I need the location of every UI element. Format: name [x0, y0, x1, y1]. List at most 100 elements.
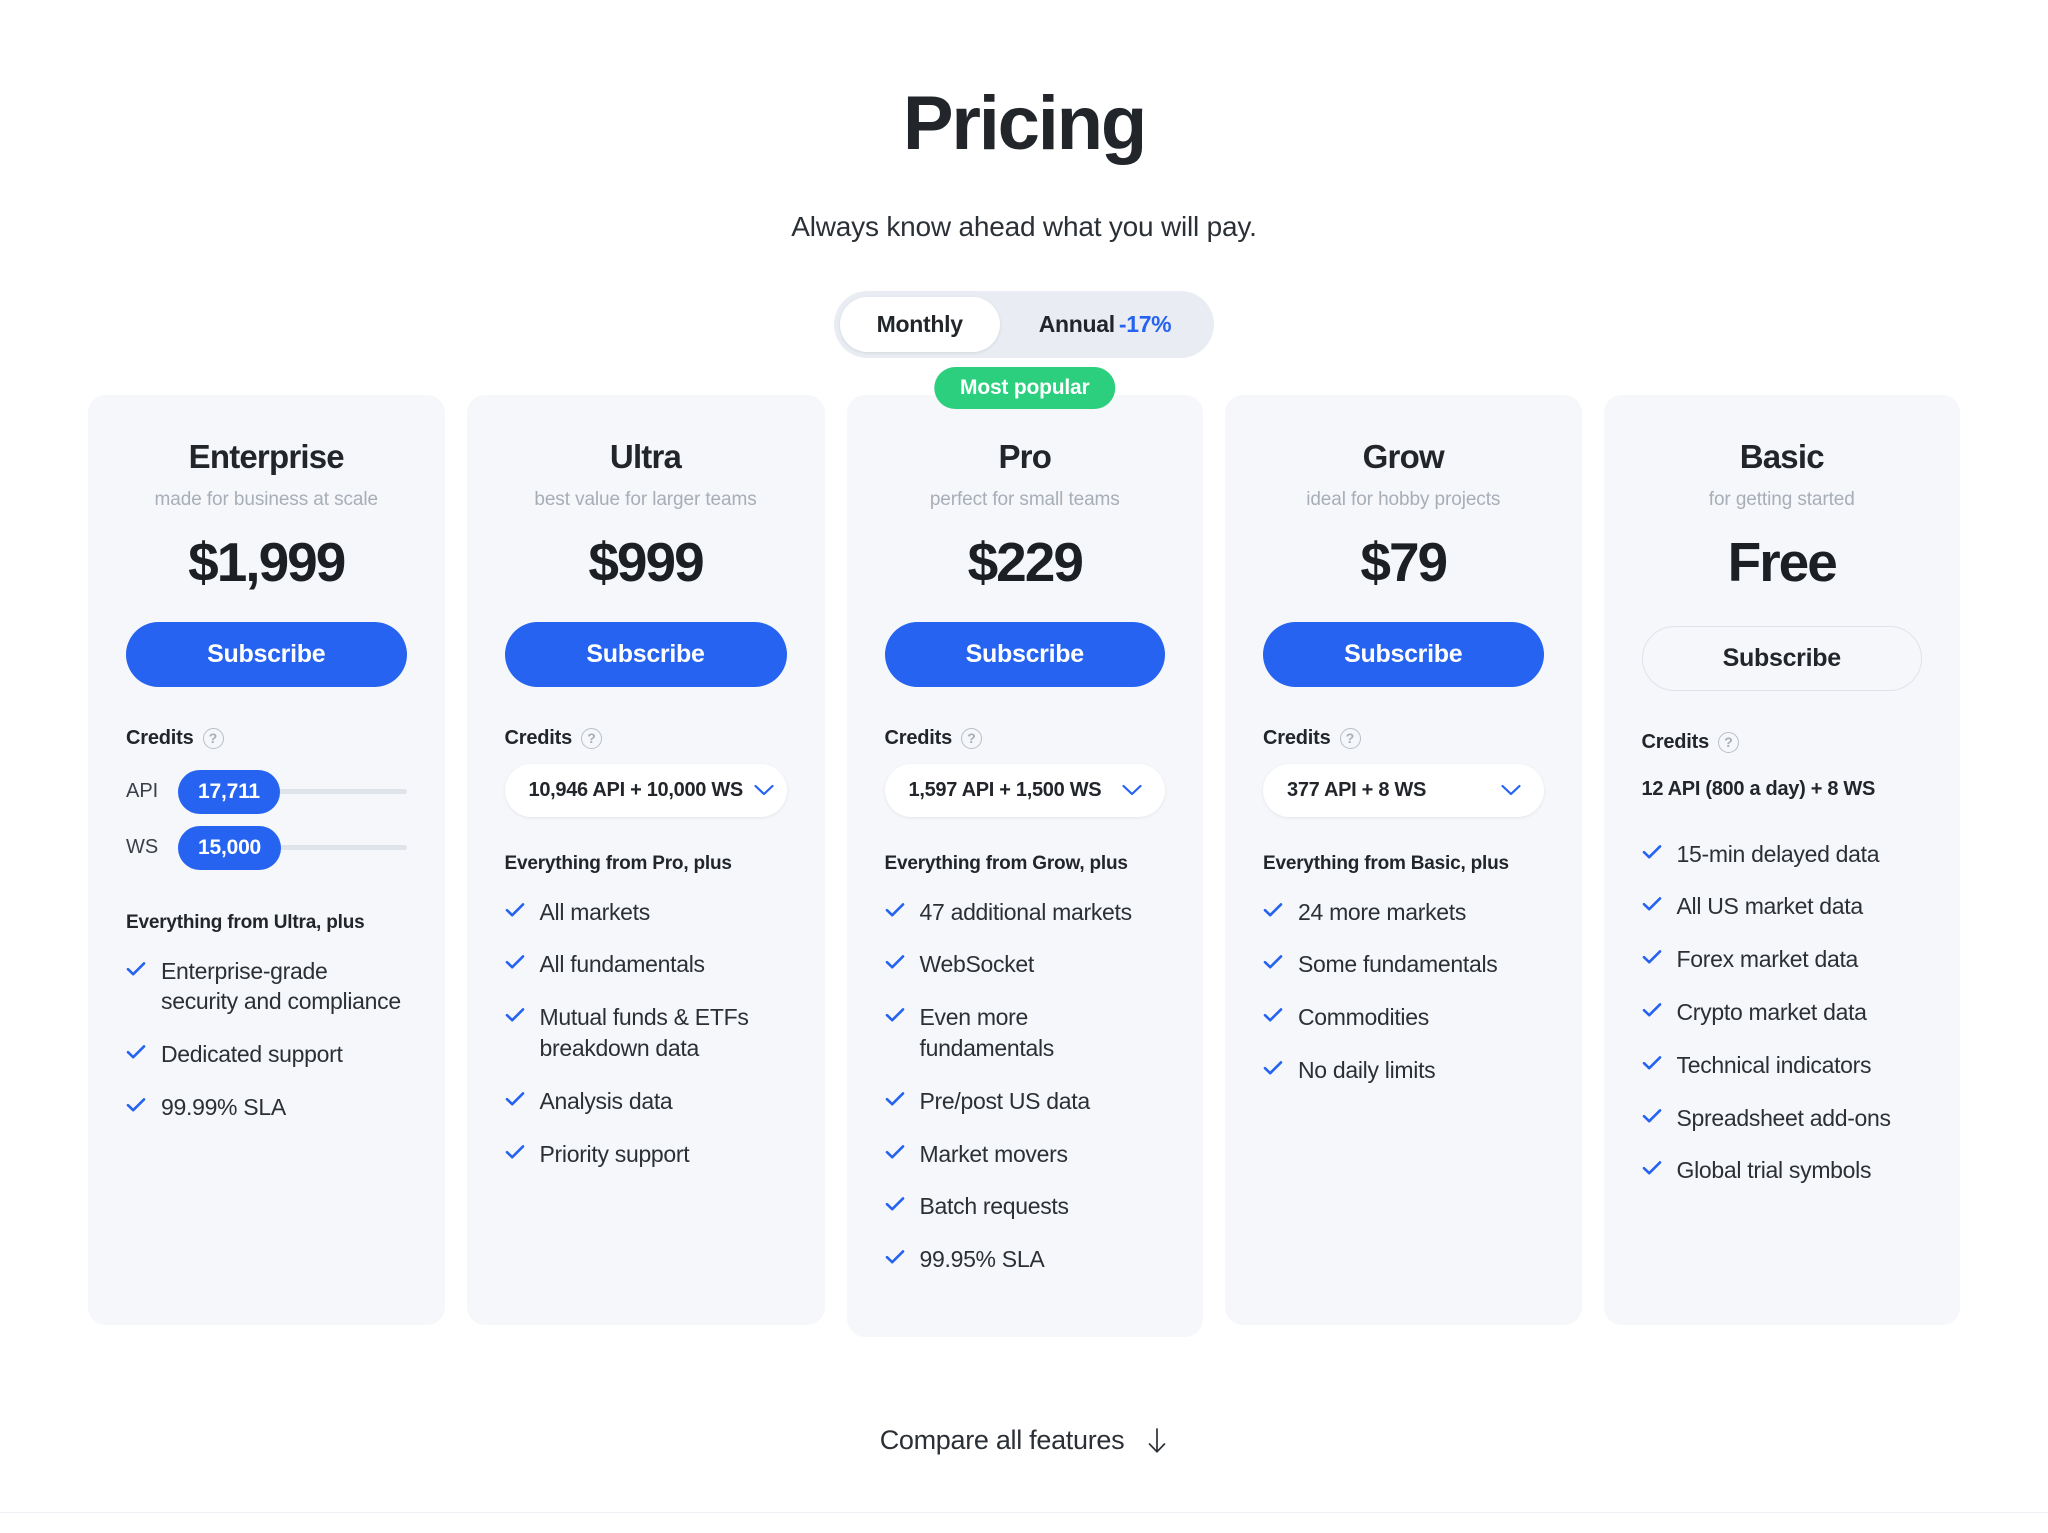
- credits-text: 12 API (800 a day) + 8 WS: [1641, 777, 1876, 800]
- credits-slider-key: API: [126, 780, 159, 803]
- check-icon: [885, 1144, 904, 1159]
- pricing-page: Pricing Always know ahead what you will …: [0, 0, 2048, 1514]
- feature-item: Spreadsheet add-ons: [1642, 1103, 1923, 1134]
- plan-name: Enterprise: [188, 437, 345, 475]
- billing-toggle-monthly[interactable]: Monthly: [839, 296, 1000, 352]
- credits-slider-row: API 17,711: [126, 764, 407, 820]
- check-icon: [126, 961, 146, 976]
- subscribe-button[interactable]: Subscribe: [504, 621, 787, 687]
- compare-all-features-container: Compare all features: [0, 1425, 2048, 1456]
- feature-item: 15-min delayed data: [1642, 839, 1923, 870]
- help-circle-icon[interactable]: ?: [961, 727, 983, 749]
- arrow-down-icon: [1148, 1427, 1166, 1453]
- feature-item: Forex market data: [1642, 944, 1923, 975]
- feature-label: Global trial symbols: [1676, 1157, 1872, 1184]
- plan-inherits-note: Everything from Pro, plus: [504, 852, 732, 874]
- subscribe-button[interactable]: Subscribe: [126, 621, 407, 687]
- feature-label: Analysis data: [539, 1087, 673, 1114]
- credits-select[interactable]: 377 API + 8 WS: [1263, 763, 1544, 817]
- plan-price: $1,999: [188, 531, 346, 594]
- billing-toggle-annual[interactable]: Annual -17%: [1002, 297, 1209, 352]
- feature-item: Analysis data: [505, 1086, 787, 1117]
- credits-select-value: 10,946 API + 10,000 WS: [528, 778, 744, 801]
- plan-price: $229: [967, 531, 1084, 594]
- check-icon: [505, 902, 524, 917]
- feature-item: All fundamentals: [505, 949, 787, 980]
- feature-item: All US market data: [1642, 891, 1923, 922]
- feature-label: Commodities: [1298, 1004, 1429, 1031]
- feature-label: Technical indicators: [1676, 1051, 1872, 1078]
- feature-item: No daily limits: [1263, 1055, 1544, 1086]
- help-circle-icon[interactable]: ?: [581, 727, 603, 749]
- pricing-card-grow: Grow ideal for hobby projects $79 Subscribe…: [1225, 394, 1582, 1325]
- check-icon: [1642, 1161, 1661, 1175]
- credits-slider-thumb[interactable]: 15,000: [178, 825, 282, 870]
- feature-label: Batch requests: [919, 1193, 1070, 1220]
- check-icon: [885, 955, 904, 969]
- chevron-down-icon: [1500, 784, 1521, 796]
- plan-name: Ultra: [609, 437, 682, 475]
- plan-name: Basic: [1739, 437, 1825, 475]
- feature-label: 47 additional markets: [919, 898, 1133, 925]
- credits-select-value: 1,597 API + 1,500 WS: [908, 778, 1102, 801]
- check-icon: [1642, 897, 1661, 911]
- page-header: Pricing Always know ahead what you will …: [0, 84, 2048, 243]
- plan-price: $999: [588, 531, 704, 594]
- feature-item: WebSocket: [885, 949, 1166, 980]
- feature-label: All markets: [539, 898, 651, 925]
- subscribe-button[interactable]: Subscribe: [1263, 621, 1544, 687]
- credits-label: Credits: [884, 726, 953, 749]
- credits-slider[interactable]: 17,711: [178, 769, 407, 814]
- credits-slider-row: WS 15,000: [126, 820, 407, 876]
- feature-item: Technical indicators: [1642, 1050, 1923, 1081]
- subscribe-button[interactable]: Subscribe: [1641, 625, 1922, 691]
- feature-item: Global trial symbols: [1642, 1155, 1923, 1186]
- subscribe-button[interactable]: Subscribe: [884, 621, 1165, 687]
- check-icon: [1642, 1108, 1661, 1123]
- check-icon: [885, 1250, 904, 1264]
- plan-price: Free: [1727, 531, 1838, 594]
- billing-toggle[interactable]: Monthly Annual -17%: [833, 290, 1215, 358]
- check-icon: [885, 1008, 904, 1022]
- check-icon: [1263, 902, 1283, 917]
- credits-select[interactable]: 1,597 API + 1,500 WS: [884, 763, 1165, 817]
- feature-label: Crypto market data: [1676, 999, 1867, 1026]
- feature-list: 15-min delayed data All US market data For…: [1642, 839, 1923, 1187]
- check-icon: [505, 1091, 524, 1106]
- check-icon: [1263, 1008, 1283, 1022]
- feature-item: 99.95% SLA: [885, 1244, 1166, 1275]
- chevron-down-icon: [754, 784, 774, 796]
- credits-slider[interactable]: 15,000: [178, 825, 407, 870]
- help-circle-icon[interactable]: ?: [1339, 727, 1361, 749]
- chevron-down-icon: [1122, 784, 1142, 796]
- compare-all-features-link[interactable]: Compare all features: [880, 1425, 1169, 1456]
- pricing-card-basic: Basic for getting started Free Subscribe Cre…: [1603, 394, 1960, 1325]
- credits-slider-thumb[interactable]: 17,711: [178, 769, 280, 814]
- feature-list: Enterprise-grade security and compliance…: [126, 956, 407, 1123]
- credits-sliders: API 17,711 WS 15,000: [126, 764, 407, 876]
- feature-item: Market movers: [885, 1139, 1166, 1170]
- plan-tagline: made for business at scale: [154, 489, 379, 511]
- credits-label: Credits: [504, 726, 573, 749]
- feature-label: Market movers: [919, 1140, 1068, 1167]
- feature-label: 15-min delayed data: [1676, 840, 1880, 867]
- feature-label: Enterprise-grade security and compliance: [161, 957, 401, 1015]
- page-title: Pricing: [902, 81, 1147, 166]
- help-circle-icon[interactable]: ?: [202, 727, 224, 749]
- credits-select[interactable]: 10,946 API + 10,000 WS: [504, 763, 787, 817]
- check-icon: [126, 1098, 146, 1112]
- check-icon: [885, 902, 904, 917]
- billing-toggle-monthly-label: Monthly: [876, 310, 963, 337]
- feature-item: 99.99% SLA: [126, 1092, 407, 1123]
- feature-item: 47 additional markets: [885, 897, 1166, 928]
- plan-tagline: ideal for hobby projects: [1306, 489, 1501, 511]
- feature-list: All markets All fundamentals Mutual funds …: [505, 897, 787, 1170]
- check-icon: [1642, 950, 1661, 964]
- help-circle-icon[interactable]: ?: [1718, 731, 1740, 753]
- plan-inherits-note: Everything from Grow, plus: [884, 852, 1128, 874]
- plan-tagline: for getting started: [1708, 489, 1855, 511]
- feature-item: Crypto market data: [1642, 997, 1923, 1028]
- feature-item: Enterprise-grade security and compliance: [126, 956, 407, 1018]
- feature-label: Some fundamentals: [1298, 951, 1498, 978]
- credits-slider-key: WS: [126, 836, 159, 859]
